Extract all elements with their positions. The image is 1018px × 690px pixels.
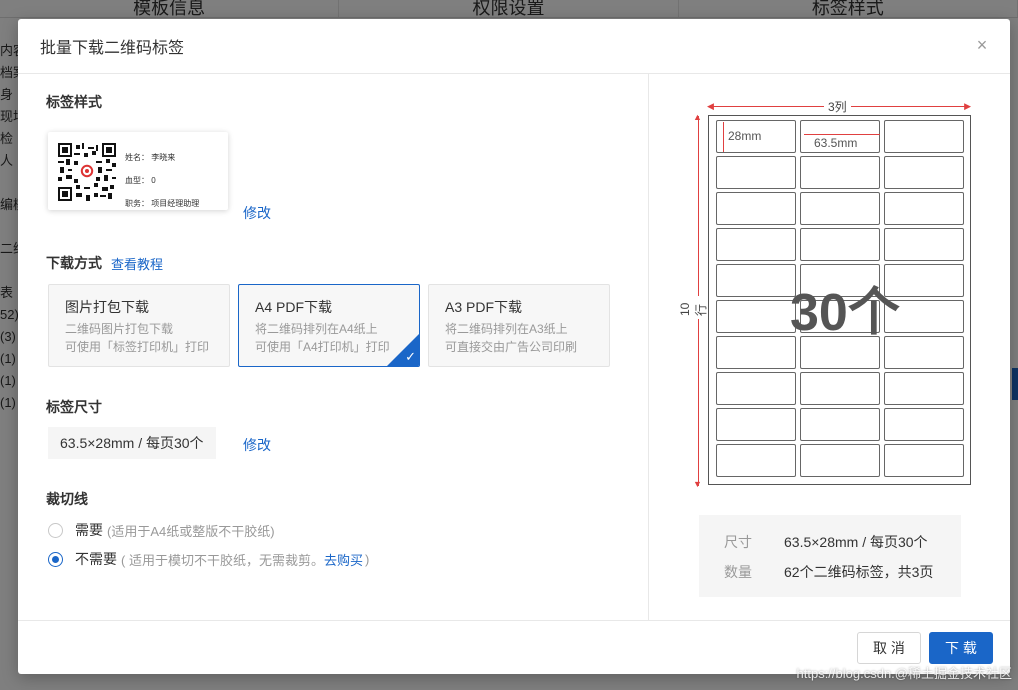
label-cell	[800, 192, 880, 225]
label-cell	[884, 120, 964, 153]
view-tutorial-link[interactable]: 查看教程	[111, 254, 163, 273]
label-cell	[884, 192, 964, 225]
option-a4-pdf[interactable]: A4 PDF下载 将二维码排列在A4纸上 可使用「A4打印机」打印 ✓	[238, 284, 420, 367]
label-cell	[800, 444, 880, 477]
option-desc-2: 可使用「标签打印机」打印	[65, 340, 210, 354]
download-button[interactable]: 下 载	[929, 632, 993, 664]
layout-preview-panel: ◀ ▶ 3列 ▲ ▼ 10行 28mm 63.5mm 30个 尺寸 63.5×2…	[648, 74, 1010, 620]
option-title: 图片打包下载	[65, 299, 149, 315]
label-preview-text: 姓名： 李晓来 血型： 0 职务： 项目经理助理	[125, 146, 199, 215]
radio-not-need[interactable]	[48, 551, 63, 567]
label-cell	[884, 228, 964, 261]
height-label: 28mm	[728, 129, 762, 143]
rows-dimension: ▲ ▼ 10行	[678, 112, 709, 489]
arrow-left-icon: ◀	[707, 101, 714, 111]
label-cell	[800, 372, 880, 405]
label-preview-name: 姓名： 李晓来	[125, 153, 176, 162]
download-summary: 尺寸 63.5×28mm / 每页30个 数量 62个二维码标签，共3页	[699, 515, 961, 597]
summary-size-key: 尺寸	[724, 534, 752, 550]
radio-need[interactable]	[48, 522, 63, 538]
label-style-title: 标签样式	[46, 94, 102, 110]
label-preview-blood: 血型： 0	[125, 176, 156, 185]
arrow-up-icon: ▲	[693, 112, 702, 122]
option-a3-pdf[interactable]: A3 PDF下载 将二维码排列在A3纸上 可直接交由广告公司印刷	[428, 284, 610, 367]
cut-line-option-not-need[interactable]: 不需要 ( 适用于模切不干胶纸，无需裁剪。 去购买 )	[48, 549, 369, 569]
summary-quantity-key: 数量	[724, 564, 752, 580]
option-desc-2: 可直接交由广告公司印刷	[445, 340, 578, 354]
modify-label-size-link[interactable]: 修改	[243, 435, 271, 455]
label-cell	[716, 156, 796, 189]
summary-size-row: 尺寸 63.5×28mm / 每页30个	[724, 527, 961, 557]
label-cell	[884, 444, 964, 477]
option-desc-1: 将二维码排列在A3纸上	[445, 322, 568, 336]
summary-quantity-value: 62个二维码标签，共3页	[784, 564, 934, 580]
modal-header: 批量下载二维码标签 ×	[18, 19, 1010, 74]
radio-not-need-label: 不需要	[75, 551, 117, 567]
width-label: 63.5mm	[814, 136, 858, 150]
label-cell	[716, 336, 796, 369]
batch-download-modal: 批量下载二维码标签 × 标签样式 姓名： 李晓来 血型： 0 职务： 项目经理助…	[18, 19, 1010, 674]
rows-label: 10行	[678, 296, 709, 319]
checkmark-icon: ✓	[405, 349, 416, 364]
radio-need-label: 需要	[75, 522, 103, 538]
buy-link[interactable]: 去购买	[324, 550, 363, 569]
arrow-down-icon: ▼	[693, 479, 702, 489]
summary-quantity-row: 数量 62个二维码标签，共3页	[724, 557, 961, 587]
option-desc-1: 二维码图片打包下载	[65, 322, 174, 336]
option-title: A3 PDF下载	[445, 299, 523, 315]
labels-per-page-count: 30个	[790, 284, 900, 342]
cut-line-title: 裁切线	[46, 491, 88, 507]
label-cell	[800, 228, 880, 261]
label-cell	[716, 444, 796, 477]
label-cell	[716, 192, 796, 225]
columns-dimension: ◀ ▶ 3列	[707, 98, 971, 115]
label-cell	[800, 156, 880, 189]
label-cell	[716, 408, 796, 441]
label-size-title: 标签尺寸	[46, 399, 102, 415]
cut-line-option-need[interactable]: 需要 (适用于A4纸或整版不干胶纸)	[48, 520, 275, 540]
option-title: A4 PDF下载	[255, 299, 333, 315]
modal-title: 批量下载二维码标签	[40, 40, 185, 57]
label-cell	[716, 264, 796, 297]
width-dimension-line	[804, 134, 880, 135]
label-cell	[800, 408, 880, 441]
a4-sheet-diagram: 28mm 63.5mm 30个	[708, 115, 971, 485]
download-method-title: 下载方式	[46, 255, 102, 271]
label-size-value: 63.5×28mm / 每页30个	[48, 427, 216, 459]
radio-not-need-note-end: )	[364, 551, 370, 567]
label-cell	[716, 372, 796, 405]
label-preview-card: 姓名： 李晓来 血型： 0 职务： 项目经理助理	[48, 132, 228, 210]
modify-label-style-link[interactable]: 修改	[243, 203, 271, 223]
arrow-right-icon: ▶	[964, 101, 971, 111]
radio-not-need-note: ( 适用于模切不干胶纸，无需裁剪。	[121, 552, 324, 568]
qr-code-icon	[58, 143, 116, 201]
settings-panel: 标签样式 姓名： 李晓来 血型： 0 职务： 项目经理助理 修改 下载方式 查看…	[18, 74, 648, 620]
modal-body: 标签样式 姓名： 李晓来 血型： 0 职务： 项目经理助理 修改 下载方式 查看…	[18, 74, 1010, 620]
summary-size-value: 63.5×28mm / 每页30个	[784, 534, 928, 550]
option-image-package[interactable]: 图片打包下载 二维码图片打包下载 可使用「标签打印机」打印	[48, 284, 230, 367]
label-cell	[884, 408, 964, 441]
label-preview-job: 职务： 项目经理助理	[125, 199, 200, 208]
radio-need-note: (适用于A4纸或整版不干胶纸)	[107, 523, 275, 539]
label-cell	[716, 228, 796, 261]
label-cell	[884, 372, 964, 405]
cancel-button[interactable]: 取 消	[857, 632, 921, 664]
label-cell	[884, 156, 964, 189]
height-dimension-line	[723, 122, 724, 152]
label-cell	[716, 300, 796, 333]
columns-label: 3列	[824, 98, 851, 115]
close-icon[interactable]: ×	[974, 36, 990, 54]
watermark: https://blog.csdn.@稀土掘金技术社区	[796, 666, 1012, 681]
